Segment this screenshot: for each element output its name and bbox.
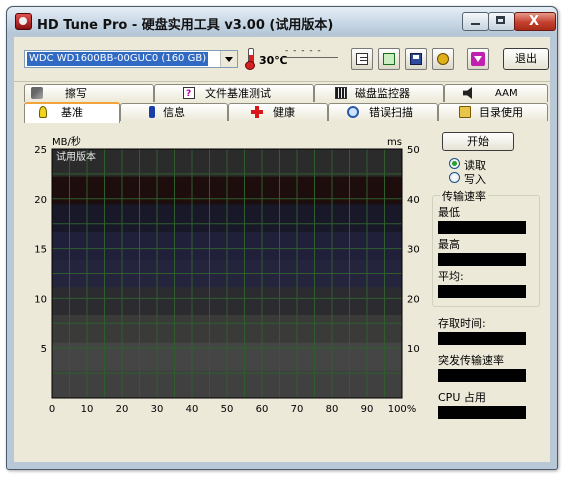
x-tick-label: 40 [186, 404, 199, 415]
start-button[interactable]: 开始 [442, 132, 514, 151]
burst-rate-label: 突发传输速率 [438, 354, 504, 367]
avg-value [438, 285, 526, 298]
x-tick-label: 50 [221, 404, 234, 415]
access-time-label: 存取时间: [438, 317, 486, 330]
write-radio-label: 写入 [464, 173, 486, 186]
y-right-tick-label: 30 [407, 245, 420, 256]
x-tick-label: 10 [81, 404, 94, 415]
y-right-tick-label: 10 [407, 344, 420, 355]
y-left-tick-label: 5 [41, 344, 47, 355]
avg-label: 平均: [438, 270, 464, 283]
tab-label: 基准 [61, 106, 83, 119]
x-tick-label: 80 [326, 404, 339, 415]
max-value [438, 253, 526, 266]
x-tick-label: 100% [388, 404, 417, 415]
max-label: 最高 [438, 238, 460, 251]
y-right-tick-label: 40 [407, 195, 420, 206]
burst-rate-value [438, 369, 526, 382]
x-tick-label: 70 [291, 404, 304, 415]
x-tick-label: 60 [256, 404, 269, 415]
x-tick-label: 20 [116, 404, 129, 415]
write-radio-dot [449, 172, 460, 183]
y-left-tick-label: 15 [34, 245, 47, 256]
bulb-icon [39, 106, 47, 118]
transfer-rate-title: 传输速率 [440, 188, 488, 204]
cpu-usage-value [438, 406, 526, 419]
read-radio-dot [449, 158, 460, 169]
y-left-tick-label: 25 [34, 145, 47, 156]
y-left-tick-label: 20 [34, 195, 47, 206]
tab-benchmark[interactable]: 基准 [24, 102, 120, 123]
y-right-unit-label: ms [387, 137, 402, 148]
read-radio[interactable]: 读取 [449, 157, 539, 172]
y-left-unit-label: MB/秒 [52, 135, 81, 148]
trial-watermark: 试用版本 [56, 150, 96, 163]
x-tick-label: 30 [151, 404, 164, 415]
y-right-tick-label: 20 [407, 294, 420, 305]
min-value [438, 221, 526, 234]
y-left-tick-label: 10 [34, 294, 47, 305]
write-radio[interactable]: 写入 [449, 171, 539, 186]
y-right-tick-label: 50 [407, 145, 420, 156]
x-tick-label: 0 [49, 404, 55, 415]
cpu-usage-label: CPU 占用 [438, 391, 486, 404]
access-time-value [438, 332, 526, 345]
x-tick-label: 90 [361, 404, 374, 415]
min-label: 最低 [438, 206, 460, 219]
